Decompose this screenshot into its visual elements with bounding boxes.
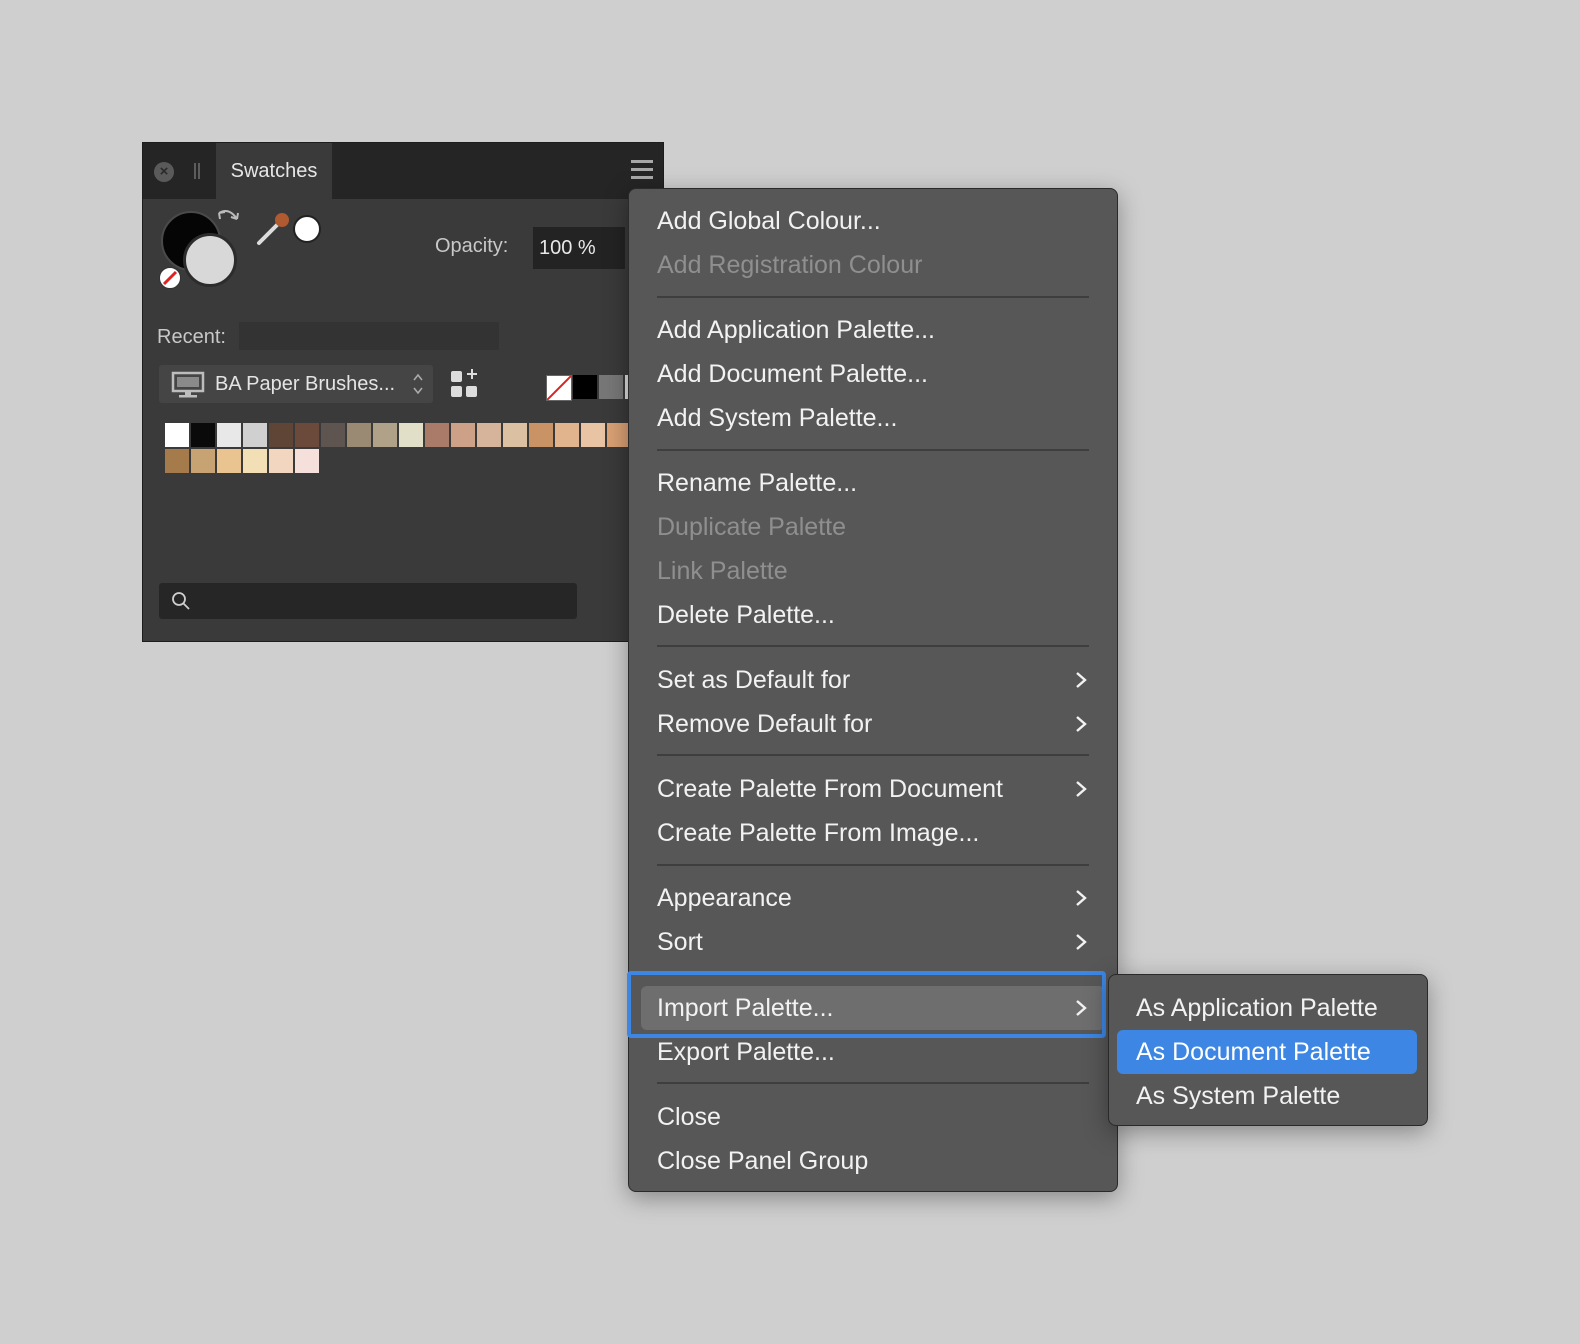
chevron-right-icon <box>1076 716 1087 732</box>
colour-swatch[interactable] <box>581 423 605 447</box>
opacity-field[interactable]: 100 % <box>533 227 625 269</box>
colour-swatch[interactable] <box>451 423 475 447</box>
hamburger-icon[interactable] <box>631 159 653 181</box>
menu-item-delete-palette[interactable]: Delete Palette... <box>629 593 1117 637</box>
colour-swatch[interactable] <box>425 423 449 447</box>
swatch-grey[interactable] <box>599 375 623 399</box>
chevron-right-icon <box>1076 672 1087 688</box>
swatch-grid <box>165 423 645 473</box>
up-down-chevron-icon <box>413 373 423 395</box>
swatches-panel: × Swatches Opacity: 100 % Recent: BA Pap… <box>142 142 664 642</box>
swatches-context-menu: Add Global Colour... Add Registration Co… <box>628 188 1118 1192</box>
recent-swatches-bar <box>239 322 499 350</box>
menu-item-close[interactable]: Close <box>629 1095 1117 1139</box>
menu-item-create-palette-from-image[interactable]: Create Palette From Image... <box>629 811 1117 855</box>
menu-separator <box>657 1082 1089 1084</box>
add-swatch-icon[interactable] <box>450 367 480 399</box>
menu-item-sort[interactable]: Sort <box>629 920 1117 964</box>
menu-separator <box>657 296 1089 298</box>
swatch-none[interactable] <box>546 375 572 401</box>
menu-item-create-palette-from-document[interactable]: Create Palette From Document <box>629 767 1117 811</box>
panel-header: × Swatches <box>143 143 663 199</box>
recent-label: Recent: <box>157 326 226 348</box>
menu-item-remove-default-for[interactable]: Remove Default for <box>629 702 1117 746</box>
colour-swatch[interactable] <box>347 423 371 447</box>
menu-separator <box>657 864 1089 866</box>
close-icon[interactable]: × <box>154 162 174 182</box>
opacity-label: Opacity: <box>435 235 509 257</box>
colour-swatch[interactable] <box>529 423 553 447</box>
colour-swatch[interactable] <box>295 423 319 447</box>
monitor-icon <box>171 371 205 398</box>
chevron-right-icon <box>1076 934 1087 950</box>
chevron-right-icon <box>1076 781 1087 797</box>
menu-item-add-registration-colour: Add Registration Colour <box>657 251 923 279</box>
menu-item-duplicate-palette: Duplicate Palette <box>657 513 847 541</box>
menu-item-rename-palette[interactable]: Rename Palette... <box>629 461 1117 505</box>
swatch-black[interactable] <box>573 375 597 399</box>
colour-swatch[interactable] <box>243 423 267 447</box>
menu-separator <box>657 754 1089 756</box>
colour-swatch[interactable] <box>165 449 189 473</box>
colour-swatch[interactable] <box>373 423 397 447</box>
colour-swatch[interactable] <box>321 423 345 447</box>
menu-item-add-global-colour[interactable]: Add Global Colour... <box>629 199 1117 243</box>
colour-swatch[interactable] <box>191 449 215 473</box>
color-picker-icon[interactable] <box>253 209 293 249</box>
colour-swatch[interactable] <box>217 449 241 473</box>
import-palette-submenu: As Application Palette As Document Palet… <box>1108 974 1428 1126</box>
chevron-right-icon <box>1076 890 1087 906</box>
import-palette-highlight <box>627 971 1106 1038</box>
colour-swatch[interactable] <box>191 423 215 447</box>
menu-separator <box>657 645 1089 647</box>
submenu-item-as-document-palette[interactable]: As Document Palette <box>1117 1030 1417 1074</box>
menu-item-add-application-palette[interactable]: Add Application Palette... <box>629 308 1117 352</box>
search-input[interactable] <box>159 583 577 619</box>
colour-swatch[interactable] <box>269 449 293 473</box>
colour-swatch[interactable] <box>555 423 579 447</box>
colour-swatch[interactable] <box>243 449 267 473</box>
none-colour-button[interactable] <box>159 267 181 289</box>
menu-item-link-palette: Link Palette <box>657 557 788 585</box>
stroke-colour-well[interactable] <box>183 233 237 287</box>
menu-item-set-as-default-for[interactable]: Set as Default for <box>629 658 1117 702</box>
colour-swatch[interactable] <box>503 423 527 447</box>
menu-item-appearance[interactable]: Appearance <box>629 876 1117 920</box>
colour-swatch[interactable] <box>477 423 501 447</box>
colour-swatch[interactable] <box>295 449 319 473</box>
menu-item-add-document-palette[interactable]: Add Document Palette... <box>629 352 1117 396</box>
palette-name: BA Paper Brushes... <box>215 373 396 395</box>
submenu-item-as-system-palette[interactable]: As System Palette <box>1117 1074 1417 1118</box>
picked-colour-preview <box>293 215 321 243</box>
swap-arrows-icon[interactable] <box>213 205 243 235</box>
menu-item-add-system-palette[interactable]: Add System Palette... <box>629 396 1117 440</box>
menu-item-close-panel-group[interactable]: Close Panel Group <box>629 1139 1117 1183</box>
grip-icon[interactable] <box>193 163 201 179</box>
colour-swatch[interactable] <box>165 423 189 447</box>
submenu-item-as-application-palette[interactable]: As Application Palette <box>1117 986 1417 1030</box>
colour-swatch[interactable] <box>217 423 241 447</box>
colour-swatch[interactable] <box>269 423 293 447</box>
tab-swatches[interactable]: Swatches <box>216 143 332 199</box>
menu-separator <box>657 449 1089 451</box>
colour-swatch[interactable] <box>399 423 423 447</box>
palette-selector[interactable]: BA Paper Brushes... <box>159 365 433 403</box>
search-icon <box>172 592 190 610</box>
